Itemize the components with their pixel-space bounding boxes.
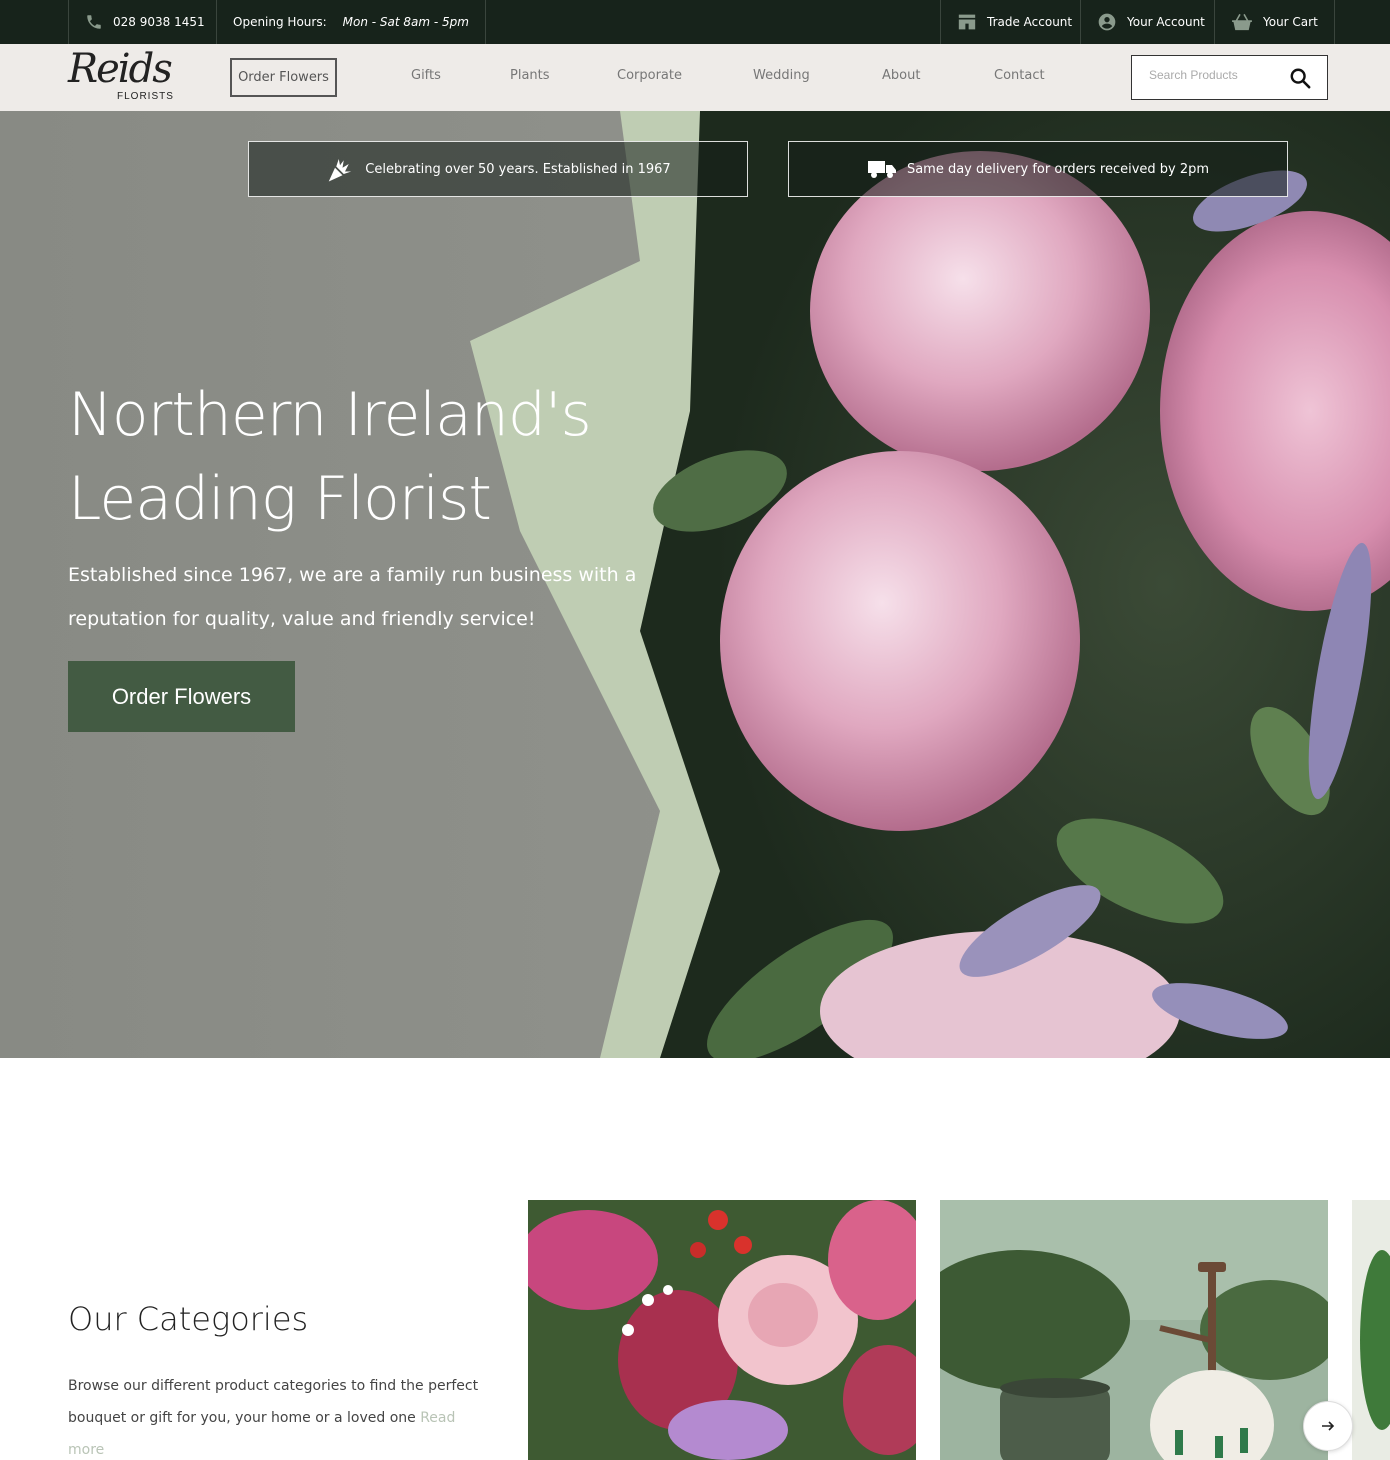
delivery-text: Same day delivery for orders received by… <box>906 161 1210 177</box>
flowers-category-image <box>528 1200 916 1460</box>
delivery-badge: Same day delivery for orders received by… <box>788 141 1288 197</box>
hero-title-line-2: Leading Florist <box>68 464 492 534</box>
opening-hours-label: Opening Hours: <box>233 15 327 29</box>
hero-order-flowers-button[interactable]: Order Flowers <box>68 661 295 732</box>
logo-subtitle: FLORISTS <box>117 91 174 102</box>
carousel-next-button[interactable] <box>1303 1401 1353 1451</box>
hero-subtitle: Established since 1967, we are a family … <box>68 564 637 630</box>
category-card-plants[interactable] <box>1352 1200 1390 1460</box>
phone-link[interactable]: 028 9038 1451 <box>68 0 221 44</box>
delivery-truck-icon <box>867 161 896 178</box>
nav-wedding[interactable]: Wedding <box>753 68 810 83</box>
trade-account-label: Trade Account <box>987 15 1073 29</box>
search-input[interactable] <box>1149 68 1279 82</box>
opening-hours-value: Mon - Sat 8am - 5pm <box>342 15 469 29</box>
hero-section: Celebrating over 50 years. Established i… <box>0 111 1390 1058</box>
hero-title: Northern Ireland's Leading Florist <box>68 373 688 541</box>
categories-description: Browse our different product categories … <box>68 1370 488 1460</box>
your-cart-link[interactable]: Your Cart <box>1214 0 1335 44</box>
your-account-link[interactable]: Your Account <box>1080 0 1221 44</box>
basket-icon <box>1232 13 1252 31</box>
categories-description-text: Browse our different product categories … <box>68 1378 479 1426</box>
hero-title-line-1: Northern Ireland's <box>68 380 592 450</box>
top-bar: 028 9038 1451 Opening Hours: Mon - Sat 8… <box>0 0 1390 44</box>
logo[interactable]: Reids FLORISTS <box>68 46 178 106</box>
search-box <box>1131 55 1328 100</box>
arrow-right-icon <box>1322 1421 1335 1431</box>
bouquet-icon <box>329 159 352 182</box>
logo-script: Reids <box>68 46 173 92</box>
user-circle-icon <box>1098 13 1116 31</box>
category-card-gifts[interactable] <box>940 1200 1328 1460</box>
nav-corporate[interactable]: Corporate <box>617 68 682 83</box>
nav-order-flowers-button[interactable]: Order Flowers <box>230 58 337 97</box>
established-text: Celebrating over 50 years. Established i… <box>365 161 671 177</box>
gifts-category-image <box>940 1200 1328 1460</box>
main-header: Reids FLORISTS Order Flowers Gifts Plant… <box>0 44 1390 111</box>
search-icon[interactable] <box>1289 67 1311 89</box>
opening-hours: Opening Hours: Mon - Sat 8am - 5pm <box>216 0 486 44</box>
store-icon <box>958 14 976 30</box>
nav-contact[interactable]: Contact <box>994 68 1045 83</box>
category-card-flowers[interactable] <box>528 1200 916 1460</box>
nav-gifts[interactable]: Gifts <box>411 68 441 83</box>
your-cart-label: Your Cart <box>1263 15 1318 29</box>
established-badge: Celebrating over 50 years. Established i… <box>248 141 748 197</box>
trade-account-link[interactable]: Trade Account <box>940 0 1088 44</box>
nav-plants[interactable]: Plants <box>510 68 550 83</box>
categories-title: Our Categories <box>68 1300 309 1338</box>
phone-icon <box>87 15 101 29</box>
phone-number: 028 9038 1451 <box>113 15 205 29</box>
your-account-label: Your Account <box>1127 15 1205 29</box>
nav-about[interactable]: About <box>882 68 920 83</box>
plants-category-image <box>1352 1200 1390 1460</box>
